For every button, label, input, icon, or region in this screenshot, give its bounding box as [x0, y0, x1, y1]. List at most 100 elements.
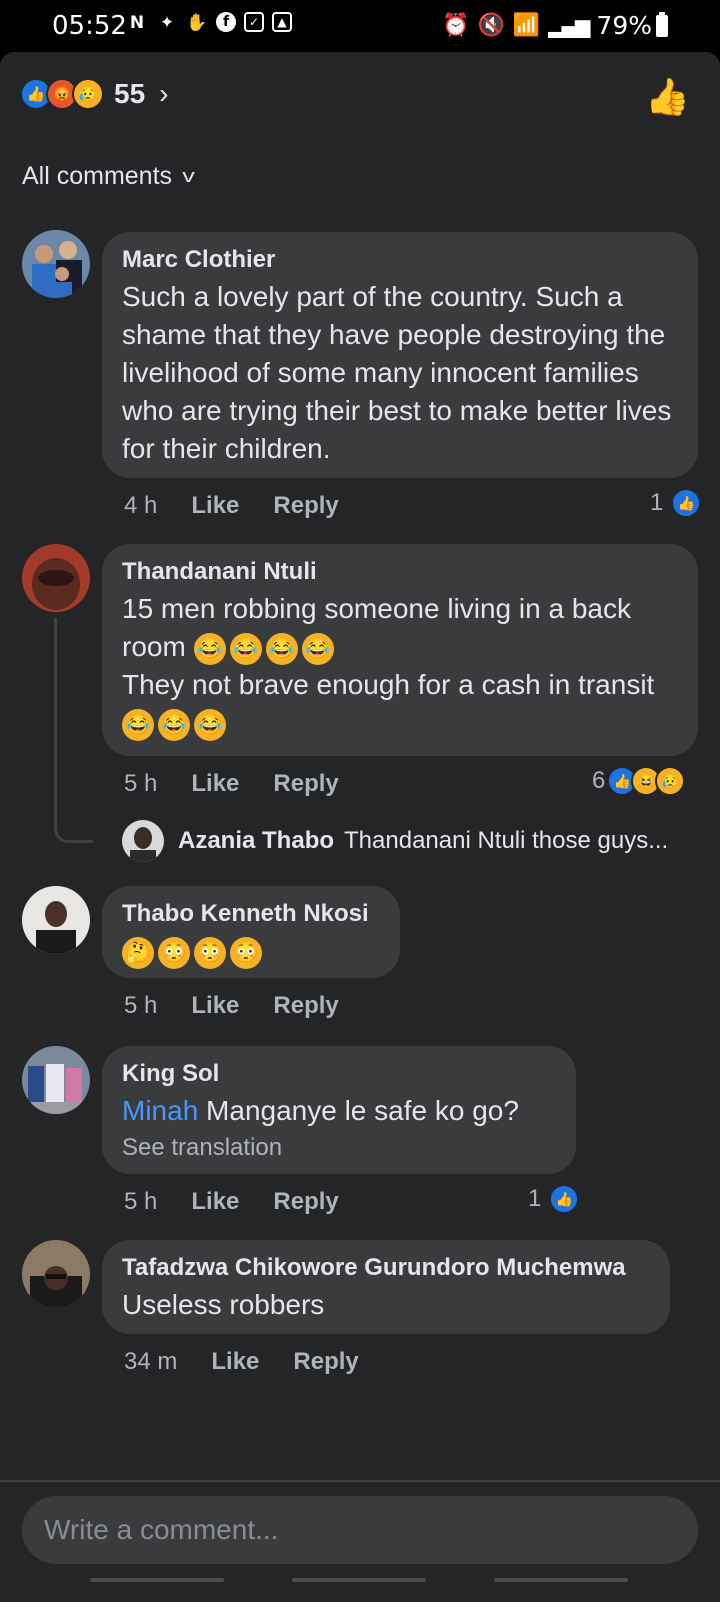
- like-reaction-icon: 👍: [549, 1184, 580, 1214]
- comment-text: Manganye le safe ko go?: [206, 1095, 519, 1126]
- comment-bubble: Tafadzwa Chikowore Gurundoro Muchemwa Us…: [102, 1240, 670, 1334]
- avatar[interactable]: [22, 886, 90, 954]
- facebook-icon: f: [216, 12, 236, 32]
- laughing-emoji-icon: 😂: [193, 632, 226, 665]
- comment-actions: 4 h Like Reply: [124, 492, 339, 520]
- nav-back[interactable]: [494, 1578, 628, 1582]
- comment-bubble: King Sol Minah Manganye le safe ko go? S…: [102, 1046, 576, 1174]
- wifi-icon: 📶: [512, 13, 541, 38]
- sort-label: All comments: [22, 162, 173, 190]
- comment-text: Useless robbers: [122, 1289, 325, 1320]
- like-button[interactable]: Like: [191, 992, 239, 1020]
- reply-button[interactable]: Reply: [273, 992, 338, 1020]
- comment-text: Such a lovely part of the country. Such …: [122, 281, 672, 464]
- twitter-icon: ✦: [159, 13, 175, 33]
- reply-text: Thandanani Ntuli those guys...: [344, 827, 669, 854]
- news-app-icon: N: [129, 13, 145, 33]
- chevron-down-icon: v: [182, 166, 195, 186]
- reaction-count: 1: [650, 489, 664, 516]
- reaction-summary[interactable]: 👍 😡 😥 55 ›: [20, 78, 168, 110]
- like-button[interactable]: Like: [191, 770, 239, 798]
- alarm-icon: ⏰: [442, 13, 470, 38]
- comment-composer: Write a comment...: [0, 1480, 720, 1602]
- comment-input[interactable]: Write a comment...: [22, 1496, 698, 1564]
- comment-bubble: Marc Clothier Such a lovely part of the …: [102, 232, 698, 478]
- comment-actions: 5 h Like Reply: [124, 1188, 339, 1216]
- reply-button[interactable]: Reply: [293, 1348, 358, 1376]
- flushed-emoji-icon: 😳: [158, 936, 190, 969]
- comment-author[interactable]: Tafadzwa Chikowore Gurundoro Muchemwa: [122, 1254, 650, 1282]
- reply-button[interactable]: Reply: [273, 770, 338, 798]
- comment-text-line: They not brave enough for a cash in tran…: [122, 666, 678, 742]
- mention-link[interactable]: Minah: [122, 1095, 198, 1126]
- flushed-emoji-icon: 😳: [194, 936, 226, 969]
- comment-reactions[interactable]: 6 👍 😆 😥: [592, 766, 686, 796]
- emoji-row: 🤔 😳 😳 😳: [122, 932, 380, 970]
- comment-text: They not brave enough for a cash in tran…: [122, 669, 655, 700]
- thumbs-up-icon: 👍: [645, 76, 690, 117]
- reply-button[interactable]: Reply: [273, 492, 338, 520]
- mute-icon: 🔇: [477, 13, 505, 38]
- image-icon: ▲: [272, 12, 292, 32]
- comment-input-placeholder: Write a comment...: [44, 1514, 279, 1545]
- battery-icon: [656, 12, 668, 37]
- comment-time[interactable]: 4 h: [124, 492, 157, 520]
- sad-reaction-icon: 😥: [72, 78, 104, 110]
- comment-author[interactable]: Marc Clothier: [122, 246, 678, 274]
- comment-time[interactable]: 5 h: [124, 770, 157, 798]
- laughing-emoji-icon: 😂: [265, 632, 298, 665]
- like-reaction-icon: 👍: [671, 488, 702, 518]
- comment-author[interactable]: Thandanani Ntuli: [122, 558, 678, 586]
- laughing-emoji-icon: 😂: [158, 708, 190, 741]
- comment-time[interactable]: 34 m: [124, 1348, 177, 1376]
- avatar: [122, 820, 164, 862]
- reaction-count: 55: [114, 78, 146, 109]
- laughing-emoji-icon: 😂: [229, 632, 262, 665]
- comment-actions: 5 h Like Reply: [124, 992, 339, 1020]
- flushed-emoji-icon: 😳: [230, 936, 262, 969]
- thread-connector: [54, 618, 93, 843]
- see-translation-link[interactable]: See translation: [122, 1134, 556, 1162]
- avatar[interactable]: [22, 1046, 90, 1114]
- comment-sort-dropdown[interactable]: All comments v: [22, 162, 195, 191]
- comment-actions: 34 m Like Reply: [124, 1348, 359, 1376]
- system-icons: ⏰ 🔇 📶 ▂▄▆ 79%: [442, 11, 666, 40]
- comment-bubble: Thandanani Ntuli 15 men robbing someone …: [102, 544, 698, 756]
- reaction-count: 1: [528, 1185, 542, 1212]
- thinking-emoji-icon: 🤔: [122, 936, 154, 969]
- comment-time[interactable]: 5 h: [124, 1188, 157, 1216]
- sad-reaction-icon: 😥: [655, 766, 686, 796]
- hand-icon: ✋: [186, 13, 208, 33]
- like-button[interactable]: Like: [211, 1348, 259, 1376]
- like-button[interactable]: Like: [191, 1188, 239, 1216]
- avatar[interactable]: [22, 544, 90, 612]
- notification-icons: N ✦ ✋ f ✓ ▲: [126, 12, 292, 34]
- reply-author: Azania Thabo: [178, 827, 335, 854]
- chevron-right-icon: ›: [159, 78, 169, 109]
- reply-button[interactable]: Reply: [273, 1188, 338, 1216]
- avatar[interactable]: [22, 1240, 90, 1308]
- comment-author[interactable]: King Sol: [122, 1060, 556, 1088]
- status-time: 05:52: [52, 11, 127, 41]
- comment-author[interactable]: Thabo Kenneth Nkosi: [122, 900, 380, 928]
- laughing-emoji-icon: 😂: [194, 708, 226, 741]
- laughing-emoji-icon: 😂: [122, 708, 154, 741]
- reaction-count: 6: [592, 767, 606, 794]
- reply-preview[interactable]: Azania Thabo Thandanani Ntuli those guys…: [122, 820, 668, 862]
- like-post-button[interactable]: 👍: [645, 76, 690, 118]
- comment-reactions[interactable]: 1 👍: [650, 488, 702, 518]
- nav-recents[interactable]: [90, 1578, 224, 1582]
- comment-text-line: Minah Manganye le safe ko go?: [122, 1092, 556, 1130]
- system-nav-bar: [0, 1578, 720, 1586]
- like-button[interactable]: Like: [191, 492, 239, 520]
- comment-time[interactable]: 5 h: [124, 992, 157, 1020]
- nav-home[interactable]: [292, 1578, 426, 1582]
- avatar[interactable]: [22, 230, 90, 298]
- comment-bubble: Thabo Kenneth Nkosi 🤔 😳 😳 😳: [102, 886, 400, 978]
- signal-icon: ▂▄▆: [548, 13, 590, 38]
- status-bar: 05:52 N ✦ ✋ f ✓ ▲ ⏰ 🔇 📶 ▂▄▆ 79%: [0, 0, 720, 52]
- comment-reactions[interactable]: 1 👍: [528, 1184, 580, 1214]
- comment-actions: 5 h Like Reply: [124, 770, 339, 798]
- check-box-icon: ✓: [244, 12, 264, 32]
- battery-percent: 79%: [596, 11, 652, 40]
